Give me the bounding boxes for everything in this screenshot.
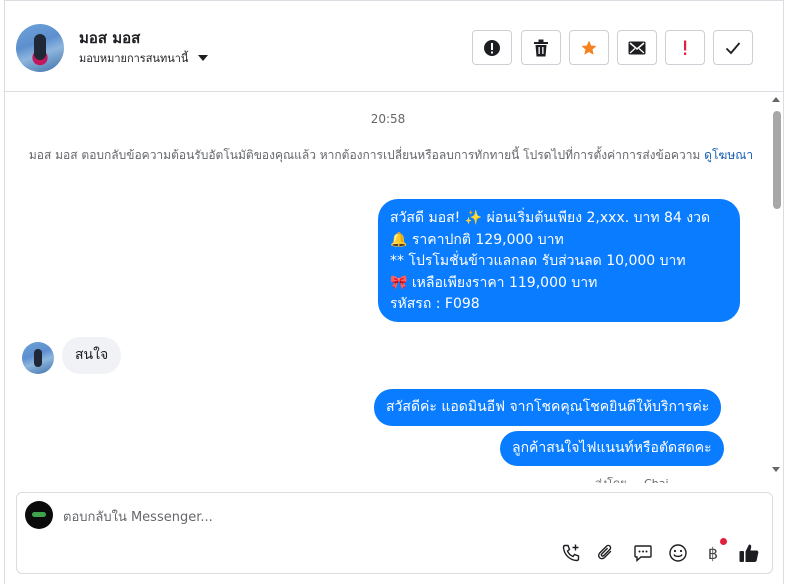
phone-plus-button[interactable] bbox=[559, 541, 583, 565]
promo-line: 🎀 เหลือเพียงราคา 119,000 บาท bbox=[390, 274, 598, 291]
exclamation-icon bbox=[684, 40, 687, 55]
mark-spam-button[interactable] bbox=[472, 30, 512, 65]
assign-conversation-dropdown[interactable]: มอบหมายการสนทนานี้ bbox=[79, 49, 209, 67]
like-button[interactable] bbox=[737, 541, 761, 565]
checkmark-icon bbox=[725, 41, 741, 54]
contact-avatar[interactable] bbox=[16, 24, 64, 72]
promo-line: ** โปรโมชั่นข้าวแลกลด รับส่วนลด 10,000 บ… bbox=[390, 253, 686, 269]
trash-icon bbox=[534, 39, 548, 56]
view-ad-link[interactable]: ดูโฆษณา bbox=[704, 148, 753, 162]
paperclip-icon bbox=[597, 544, 612, 560]
attach-button[interactable] bbox=[594, 541, 618, 565]
message-timestamp: 20:58 bbox=[370, 112, 406, 126]
reply-input[interactable] bbox=[63, 505, 753, 529]
envelope-icon bbox=[628, 41, 646, 54]
page-avatar bbox=[25, 501, 53, 529]
contact-name[interactable]: มอส มอส bbox=[79, 26, 140, 50]
star-icon bbox=[581, 40, 597, 55]
window-border-right bbox=[783, 0, 784, 584]
phone-plus-icon bbox=[562, 544, 580, 562]
outgoing-promo-message: สวัสดี มอส! ✨ ผ่อนเริ่มต้นเพียง 2,xxx. บ… bbox=[378, 199, 740, 322]
system-message-text: มอส มอส ตอบกลับข้อความต้อนรับอัตโนมัติขอ… bbox=[28, 148, 701, 162]
outgoing-message: ลูกค้าสนใจไฟแนนท์หรือตัดสดคะ bbox=[500, 431, 724, 466]
follow-up-button[interactable] bbox=[665, 30, 705, 65]
promo-line: รหัสรถ : F098 bbox=[390, 296, 480, 312]
scrollbar-thumb[interactable] bbox=[773, 111, 781, 209]
notification-dot bbox=[720, 538, 727, 545]
caret-down-icon bbox=[198, 55, 209, 61]
star-button[interactable] bbox=[569, 30, 609, 65]
alert-circle-icon bbox=[484, 39, 500, 56]
incoming-message: สนใจ bbox=[62, 337, 122, 374]
thumbs-up-icon bbox=[739, 544, 759, 562]
baht-icon: ฿ bbox=[707, 543, 719, 563]
emoji-button[interactable] bbox=[666, 541, 690, 565]
saved-replies-button[interactable] bbox=[631, 541, 655, 565]
chat-bubble-icon bbox=[634, 545, 652, 563]
conversation-header: มอส มอส มอบหมายการสนทนานี้ bbox=[5, 6, 783, 92]
sender-avatar bbox=[22, 342, 54, 374]
message-thread[interactable]: 20:58 มอส มอส ตอบกลับข้อความต้อนรับอัตโน… bbox=[5, 93, 771, 483]
promo-line: 🔔 ราคาปกติ 129,000 บาท bbox=[390, 231, 564, 248]
mark-done-button[interactable] bbox=[713, 30, 753, 65]
system-message: มอส มอส ตอบกลับข้อความต้อนรับอัตโนมัติขอ… bbox=[25, 145, 757, 165]
smiley-icon bbox=[669, 544, 687, 562]
scroll-up-arrow-icon[interactable] bbox=[772, 97, 780, 102]
promo-line: สวัสดี มอส! ✨ ผ่อนเริ่มต้นเพียง 2,xxx. บ… bbox=[390, 210, 711, 226]
message-composer: ฿ bbox=[16, 492, 773, 574]
mark-unread-button[interactable] bbox=[617, 30, 657, 65]
outgoing-message: สวัสดีค่ะ แอดมินอีฟ จากโชคคุณโชคยินดีให้… bbox=[374, 389, 722, 426]
delete-button[interactable] bbox=[521, 30, 561, 65]
scroll-down-arrow-icon[interactable] bbox=[772, 467, 780, 472]
sent-by-caption: ส่งโดย ... Chai... bbox=[595, 474, 679, 483]
assign-conversation-label: มอบหมายการสนทนานี้ bbox=[79, 52, 189, 65]
